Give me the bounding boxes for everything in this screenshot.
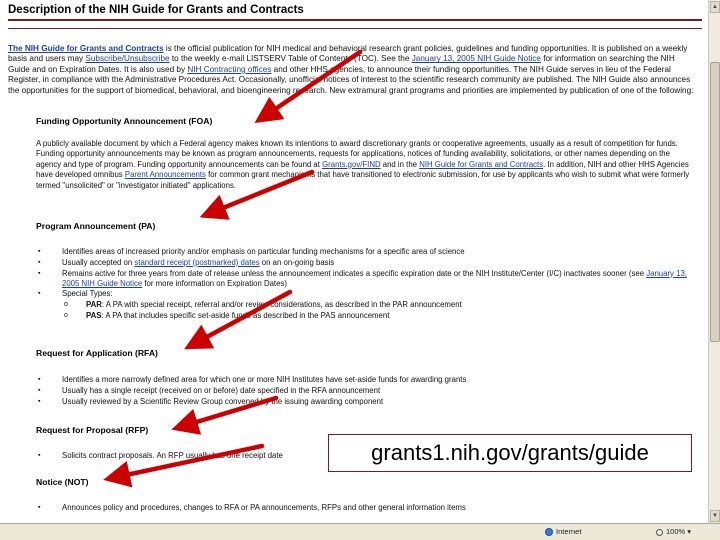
scrollbar-thumb[interactable]: [710, 62, 720, 342]
parent-announcements-link[interactable]: Parent Announcements: [125, 170, 206, 179]
nih-guide-link[interactable]: The NIH Guide for Grants and Contracts: [8, 44, 164, 53]
section-heading-rfa: Request for Application (RFA): [36, 348, 158, 358]
section-heading-foa: Funding Opportunity Announcement (FOA): [36, 116, 213, 126]
par-text: : A PA with special receipt, referral an…: [101, 300, 462, 310]
page-title: Description of the NIH Guide for Grants …: [8, 4, 304, 16]
standard-receipt-dates-link[interactable]: standard receipt (postmarked) dates: [134, 258, 259, 267]
title-divider: [8, 19, 702, 21]
scroll-up-arrow-icon[interactable]: ▲: [710, 1, 720, 13]
security-zone: Internet: [545, 527, 582, 537]
list-item: Announces policy and procedures, changes…: [36, 503, 466, 514]
foa-text-2: and in the: [380, 159, 420, 169]
section-heading-not: Notice (NOT): [36, 477, 89, 487]
scroll-down-arrow-icon[interactable]: ▼: [710, 510, 720, 522]
rfp-list: Solicits contract proposals. An RFP usua…: [36, 451, 283, 462]
list-item: PAR: A PA with special receipt, referral…: [36, 300, 706, 311]
zoom-control[interactable]: 100% ▾: [656, 527, 691, 536]
pa-item-text: Identifies areas of increased priority a…: [62, 247, 465, 256]
title-divider-secondary: [8, 28, 702, 29]
pa-sublist-container: PAR: A PA with special receipt, referral…: [36, 300, 706, 322]
foa-description: A publicly available document by which a…: [36, 139, 696, 191]
list-item: Usually reviewed by a Scientific Review …: [36, 397, 466, 408]
intro-text-2: to the weekly e-mail LISTSERV Table of C…: [169, 54, 412, 64]
zoom-level: 100%: [666, 527, 686, 536]
list-item: Remains active for three years from date…: [36, 269, 706, 290]
grants-gov-find-link[interactable]: Grants.gov/FIND: [322, 160, 381, 169]
not-list: Announces policy and procedures, changes…: [36, 503, 466, 514]
pas-text: : A PA that includes specific set-aside …: [101, 311, 390, 320]
subscribe-link[interactable]: Subscribe/Unsubscribe: [85, 54, 169, 63]
nih-guide-grants-link[interactable]: NIH Guide for Grants and Contracts: [419, 160, 543, 169]
status-bar: Internet 100% ▾: [0, 523, 720, 540]
zone-label: Internet: [556, 527, 582, 536]
pa-item-text: for more information on Expiration Dates…: [142, 279, 287, 288]
zoom-icon: [656, 528, 663, 536]
pa-special-types-list: PAR: A PA with special receipt, referral…: [36, 300, 706, 322]
globe-icon: [545, 528, 553, 537]
pa-item-text: on an on-going basis: [259, 257, 335, 267]
list-item: Usually has a single receipt (received o…: [36, 386, 466, 397]
par-label: PAR: [86, 300, 102, 310]
section-heading-rfp: Request for Proposal (RFP): [36, 425, 149, 435]
pa-item-text: Remains active for three years from date…: [62, 268, 647, 278]
rfa-list: Identifies a more narrowly defined area …: [36, 375, 466, 407]
list-item: Special Types:: [36, 289, 706, 300]
vertical-scrollbar[interactable]: ▲ ▼: [708, 0, 720, 523]
list-item: Usually accepted on standard receipt (po…: [36, 258, 706, 269]
list-item: Identifies areas of increased priority a…: [36, 247, 706, 258]
pa-item-text: Special Types:: [62, 289, 113, 299]
list-item: Solicits contract proposals. An RFP usua…: [36, 451, 283, 462]
contracting-offices-link[interactable]: NIH Contracting offices: [187, 65, 271, 74]
pa-item-text: Usually accepted on: [62, 257, 135, 267]
guide-notice-link[interactable]: January 13, 2005 NIH Guide Notice: [412, 54, 541, 63]
pas-label: PAS: [86, 311, 102, 320]
url-caption: grants1.nih.gov/grants/guide: [328, 434, 692, 472]
intro-paragraph: The NIH Guide for Grants and Contracts i…: [8, 44, 698, 96]
list-item: PAS: A PA that includes specific set-asi…: [36, 311, 706, 322]
section-heading-pa: Program Announcement (PA): [36, 221, 156, 231]
pa-list: Identifies areas of increased priority a…: [36, 247, 706, 322]
list-item: Identifies a more narrowly defined area …: [36, 375, 466, 386]
